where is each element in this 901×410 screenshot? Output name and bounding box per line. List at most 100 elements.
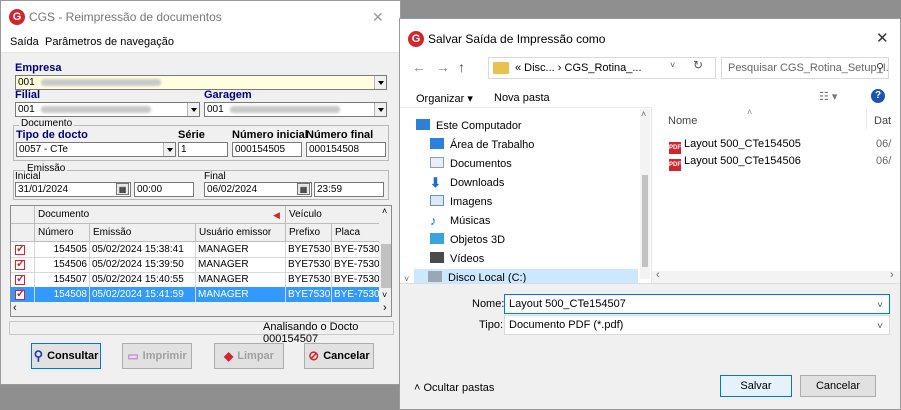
inicial-time-input[interactable]: 00:00 [134, 182, 194, 197]
cell-usuario: MANAGER [196, 257, 286, 273]
checkbox-checked-icon[interactable] [15, 257, 25, 272]
cube-icon [430, 233, 444, 244]
tree-videos[interactable]: Vídeos [430, 250, 484, 268]
cgs-window: G CGS - Reimpressão de documentos ✕ Saíd… [0, 0, 401, 385]
scroll-left-icon[interactable]: ‹ [13, 302, 17, 314]
tree-documentos[interactable]: Documentos [430, 155, 512, 173]
cell-emissao: 05/02/2024 15:40:55 [90, 272, 196, 288]
scroll-up-icon[interactable]: ˄ [382, 206, 387, 216]
back-arrow-icon[interactable]: ← [412, 59, 426, 75]
table-row[interactable]: 15450705/02/2024 15:40:55MANAGERBYE7530B… [11, 272, 381, 288]
organizar-menu[interactable]: Organizar ▾ [416, 92, 473, 105]
table-row[interactable]: 15450605/02/2024 15:39:50MANAGERBYE7530B… [11, 257, 381, 273]
limpar-button[interactable]: ◆ Limpar [214, 343, 284, 369]
tree-musicas[interactable]: ♪ Músicas [430, 212, 490, 230]
filial-select[interactable]: 001 [15, 102, 200, 117]
table-row[interactable]: 15450505/02/2024 15:38:41MANAGERBYE7530B… [11, 242, 381, 258]
checkbox-checked-icon[interactable] [15, 272, 25, 287]
scroll-thumb[interactable] [381, 244, 391, 288]
help-icon[interactable]: ? [871, 89, 885, 103]
cgs-close-icon[interactable]: ✕ [372, 9, 384, 26]
address-bar[interactable]: « Disc... › CGS_Rotina_... [488, 57, 716, 79]
tree-downloads[interactable]: ⬇ Downloads [430, 174, 504, 192]
cell-usuario: MANAGER [196, 272, 286, 288]
consultar-button[interactable]: ⚲ Consultar [31, 343, 101, 369]
tree-objetos-3d[interactable]: Objetos 3D [430, 231, 505, 249]
scroll-right-icon[interactable]: › [890, 269, 894, 281]
final-time-input[interactable]: 23:59 [314, 182, 384, 197]
list-horizontal-scrollbar[interactable]: ‹ › [652, 269, 900, 283]
printer-icon: ▭ [127, 349, 139, 363]
menu-saida[interactable]: Saída [10, 36, 39, 48]
checkbox-checked-icon[interactable] [15, 242, 25, 257]
refresh-icon[interactable]: ↻ [693, 58, 703, 72]
pane-divider[interactable] [651, 107, 652, 283]
search-icon: ⚲ [876, 62, 885, 74]
file-name: Layout 500_CTe154506 [684, 155, 801, 167]
empresa-label: Empresa [15, 62, 62, 74]
tree-area-de-trabalho[interactable]: Área de Trabalho [430, 136, 534, 154]
filename-input[interactable]: Layout 500_CTe154507 ˅ [504, 294, 890, 314]
menu-parametros-navegacao[interactable]: Parâmetros de navegação [45, 36, 174, 48]
tree-este-computador[interactable]: Este Computador [416, 117, 522, 135]
inicial-label: Inicial [15, 171, 41, 182]
col-divider [866, 109, 867, 129]
col-nome[interactable]: Nome [668, 115, 697, 127]
empresa-select[interactable]: 001 [15, 75, 387, 90]
final-date-input[interactable]: 06/02/2024 ▦ [204, 182, 312, 197]
tree-imagens[interactable]: Imagens [430, 193, 492, 211]
calendar-icon[interactable]: ▦ [116, 183, 129, 195]
scroll-up-icon[interactable]: ˄ [641, 109, 646, 119]
chevron-down-icon[interactable] [187, 103, 199, 116]
tipo-docto-select[interactable]: 0057 - CTe [16, 142, 176, 157]
chevron-down-icon[interactable] [374, 103, 386, 116]
table-row[interactable]: 15450805/02/2024 15:41:59MANAGERBYE7530B… [11, 287, 381, 303]
scroll-thumb[interactable] [642, 175, 648, 267]
calendar-icon[interactable]: ▦ [297, 183, 310, 195]
pdf-icon: PDF [669, 159, 681, 171]
inicial-date-input[interactable]: 31/01/2024 ▦ [15, 182, 131, 197]
col-usuario-emissor[interactable]: Usuário emissor [196, 224, 286, 242]
save-logo-icon: G [408, 31, 424, 47]
save-cancelar-button[interactable]: Cancelar [800, 375, 876, 397]
numero-final-input[interactable]: 000154508 [306, 142, 386, 157]
grid-horizontal-scrollbar[interactable]: ‹ › [11, 302, 391, 316]
nova-pasta-button[interactable]: Nova pasta [494, 92, 550, 104]
save-close-icon[interactable]: ✕ [876, 29, 889, 47]
folder-icon [493, 62, 509, 74]
cancelar-button[interactable]: ⊘ Cancelar [304, 343, 374, 369]
up-arrow-icon[interactable]: ↑ [458, 59, 465, 75]
chevron-down-icon[interactable] [163, 143, 175, 156]
imprimir-button[interactable]: ▭ Imprimir [122, 343, 192, 369]
filetype-select[interactable]: Documento PDF (*.pdf) ˅ [504, 315, 890, 335]
ocultar-pastas-toggle[interactable]: ˄ Ocultar pastas [414, 382, 494, 394]
col-prefixo[interactable]: Prefixo [286, 224, 332, 242]
search-placeholder: Pesquisar CGS_Rotina_Setup_I... [728, 62, 889, 74]
address-dropdown-icon[interactable]: ˅ [670, 60, 675, 70]
search-input[interactable]: Pesquisar CGS_Rotina_Setup_I... [721, 57, 889, 79]
scroll-left-icon[interactable]: ‹ [656, 269, 660, 281]
tree-scrollbar[interactable]: ˄ [640, 109, 650, 279]
chevron-down-icon[interactable]: ˅ [877, 318, 883, 336]
file-name: Layout 500_CTe154505 [684, 138, 801, 150]
empresa-value: 001 [18, 77, 35, 88]
file-item[interactable]: PDF Layout 500_CTe154505 [669, 138, 801, 154]
view-options-icon[interactable]: ☷ ▾ [819, 90, 837, 103]
col-emissao[interactable]: Emissão [90, 224, 196, 242]
serie-input[interactable]: 1 [178, 142, 228, 157]
forward-arrow-icon[interactable]: → [436, 59, 450, 75]
cell-placa: BYE-7530 [332, 272, 381, 288]
garagem-select[interactable]: 001 [204, 102, 387, 117]
col-data[interactable]: Dat [874, 115, 891, 127]
checkbox-checked-icon[interactable] [15, 287, 25, 302]
file-item[interactable]: PDF Layout 500_CTe154506 [669, 155, 801, 171]
col-numero[interactable]: Número [35, 224, 90, 242]
chevron-down-icon[interactable] [374, 76, 386, 89]
chevron-down-icon[interactable]: ˅ [877, 297, 883, 315]
numero-inicial-input[interactable]: 000154505 [232, 142, 302, 157]
col-placa[interactable]: Placa [332, 224, 381, 242]
scroll-down-icon[interactable]: ˅ [382, 290, 387, 300]
salvar-button[interactable]: Salvar [720, 375, 792, 397]
scroll-right-icon[interactable]: › [383, 302, 387, 314]
grid-vertical-scrollbar[interactable]: ˄ ˅ [379, 206, 391, 302]
